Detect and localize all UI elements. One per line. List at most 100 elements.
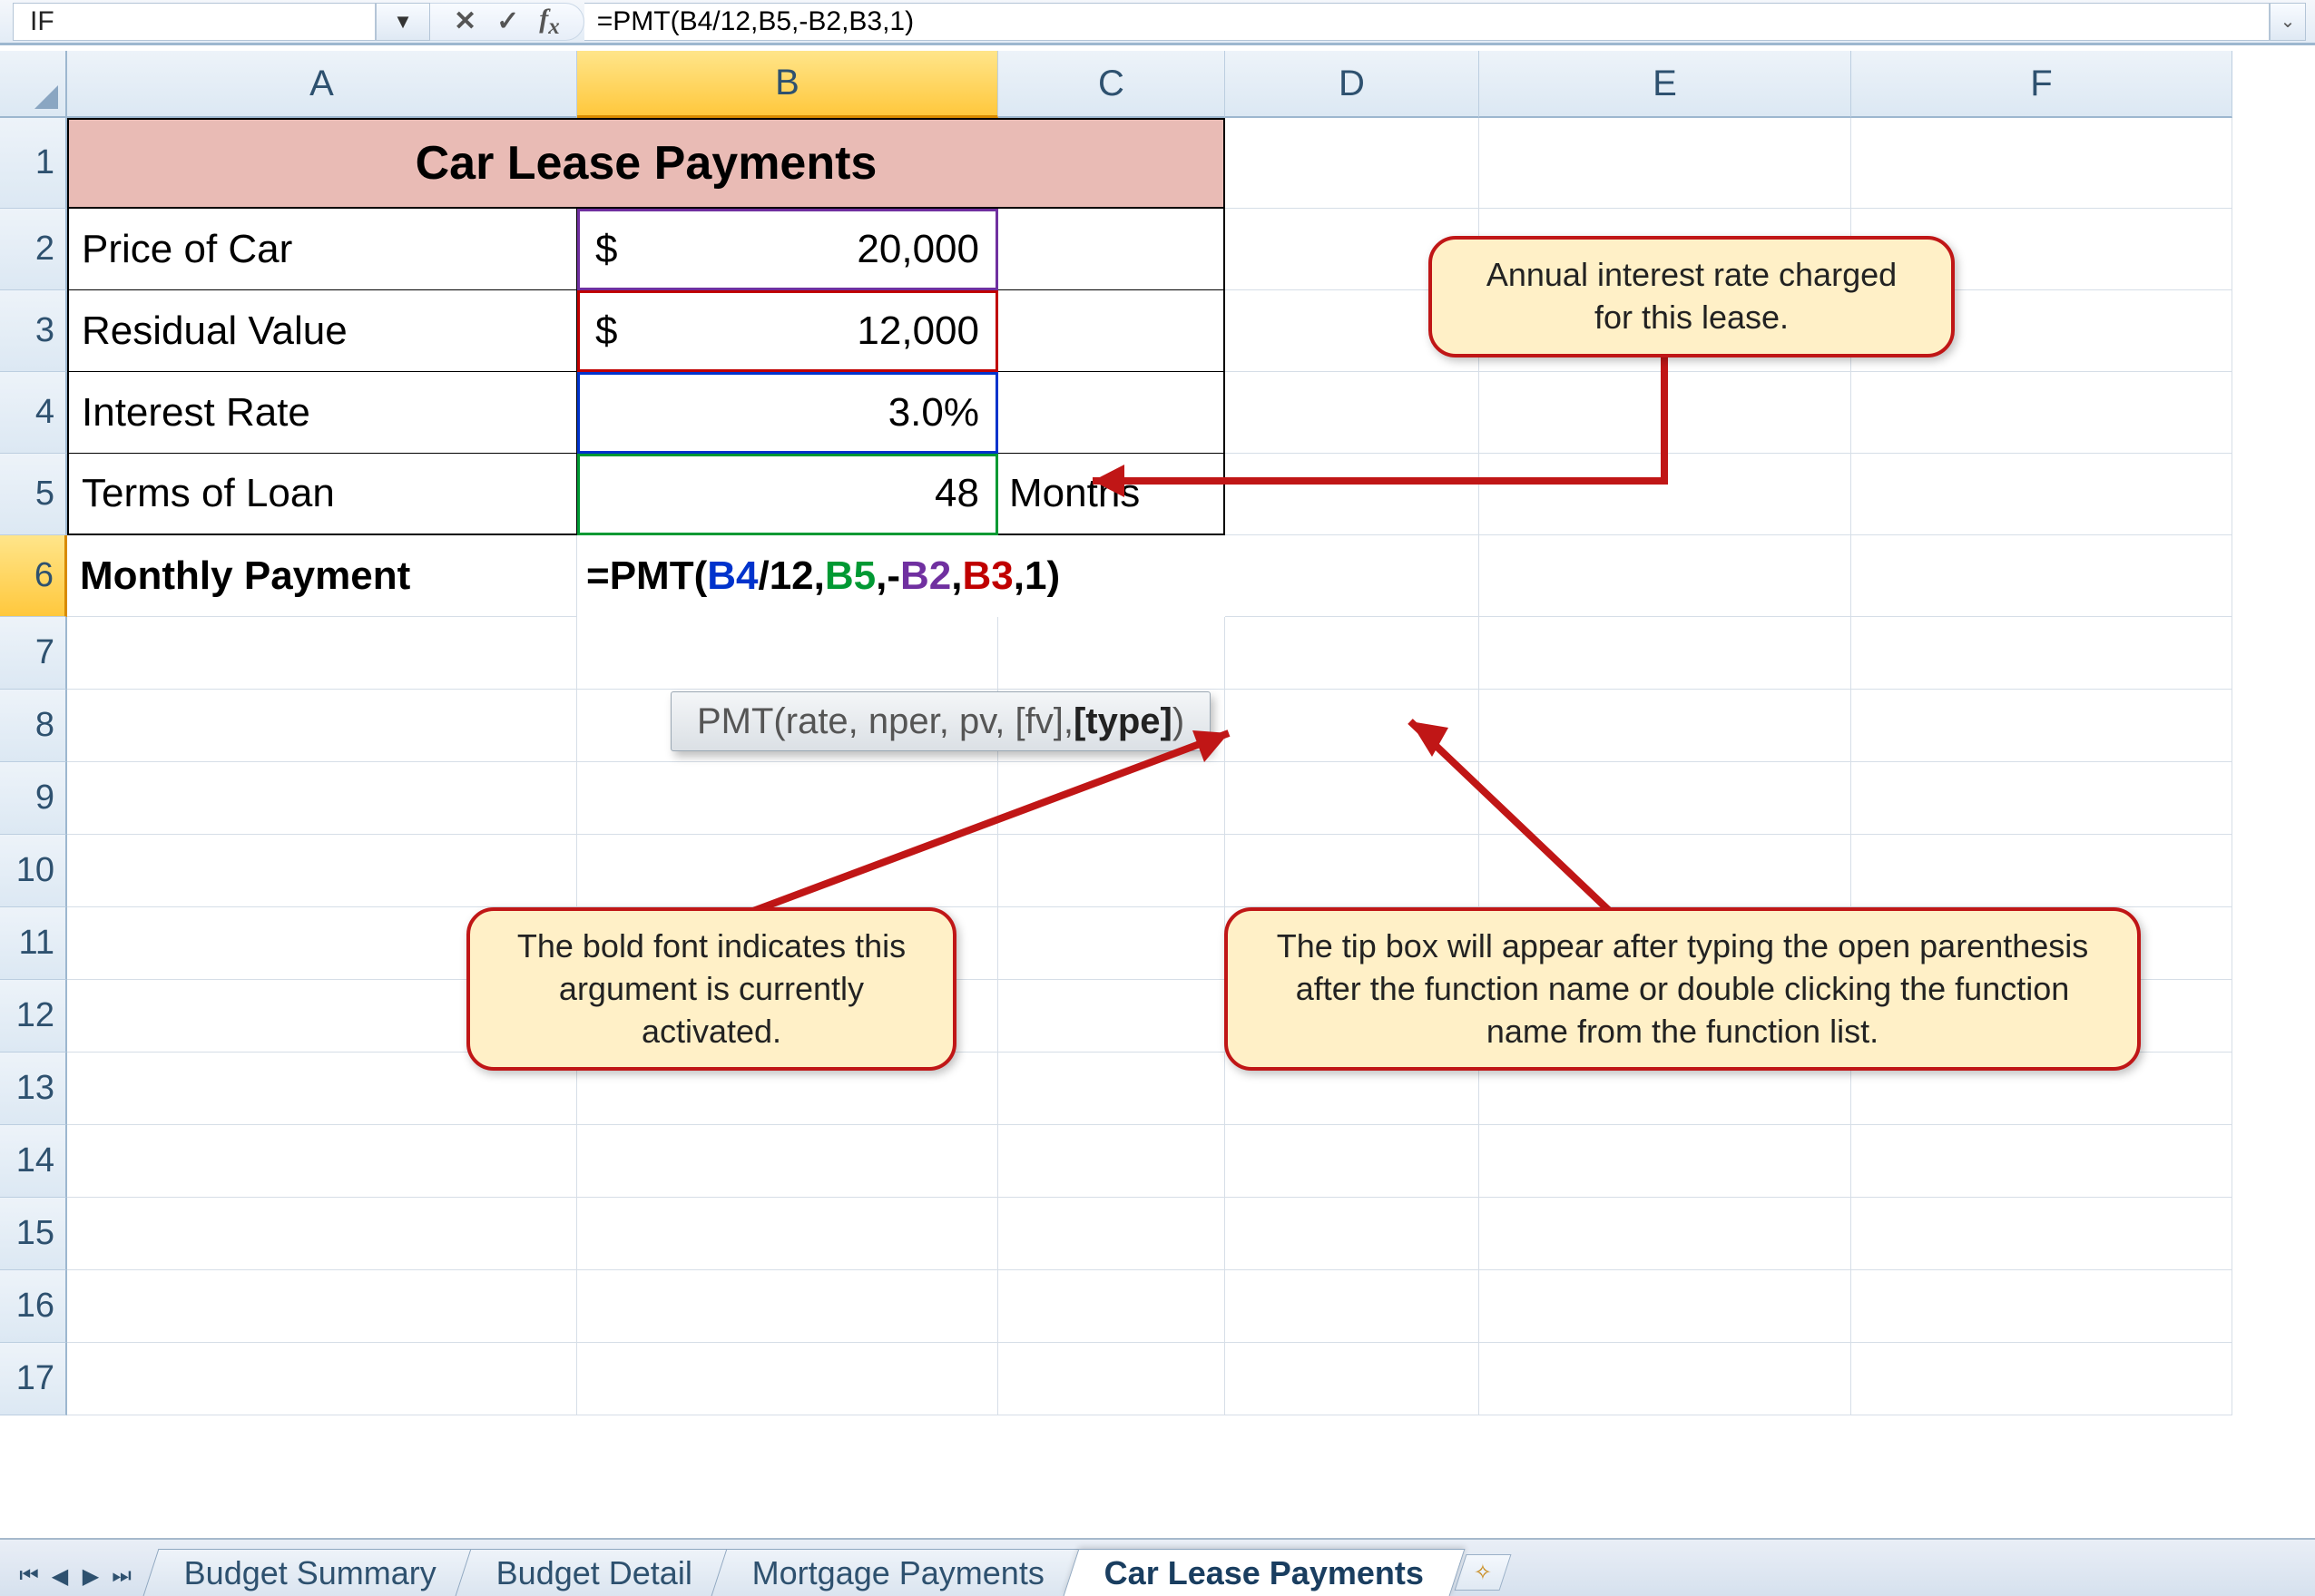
cell-C2[interactable] [998,209,1225,290]
cell-D10[interactable] [1225,835,1479,907]
row-header-10[interactable]: 10 [0,835,67,907]
cell-C3[interactable] [998,290,1225,372]
cell-B9[interactable] [577,762,998,835]
cell-D4[interactable] [1225,372,1479,454]
cell-E6[interactable] [1479,535,1851,617]
row-header-4[interactable]: 4 [0,372,67,454]
cell-A2[interactable]: Price of Car [67,209,577,290]
cell-A17[interactable] [67,1343,577,1415]
fx-icon[interactable]: fx [539,4,560,40]
cell-F17[interactable] [1851,1343,2232,1415]
cell-E7[interactable] [1479,617,1851,690]
cell-B3[interactable]: $ 12,000 [577,290,998,372]
cell-E4[interactable] [1479,372,1851,454]
cell-title[interactable]: Car Lease Payments [67,118,1225,209]
cell-C4[interactable] [998,372,1225,454]
cancel-icon[interactable]: ✕ [454,5,476,37]
cell-D7[interactable] [1225,617,1479,690]
row-header-13[interactable]: 13 [0,1053,67,1125]
cell-D1[interactable] [1225,118,1479,209]
row-header-8[interactable]: 8 [0,690,67,762]
cell-F9[interactable] [1851,762,2232,835]
cell-E15[interactable] [1479,1198,1851,1270]
cell-A16[interactable] [67,1270,577,1343]
cell-B15[interactable] [577,1198,998,1270]
col-header-F[interactable]: F [1851,51,2232,118]
cell-F1[interactable] [1851,118,2232,209]
row-header-2[interactable]: 2 [0,209,67,290]
cell-D9[interactable] [1225,762,1479,835]
cell-E17[interactable] [1479,1343,1851,1415]
cell-E16[interactable] [1479,1270,1851,1343]
cell-D14[interactable] [1225,1125,1479,1198]
cell-C10[interactable] [998,835,1225,907]
cell-F15[interactable] [1851,1198,2232,1270]
row-header-7[interactable]: 7 [0,617,67,690]
cell-E14[interactable] [1479,1125,1851,1198]
insert-sheet-icon[interactable]: ✧ [1454,1554,1511,1591]
cell-C15[interactable] [998,1198,1225,1270]
cell-C5[interactable]: Months [998,454,1225,535]
cell-E1[interactable] [1479,118,1851,209]
formula-input[interactable]: =PMT(B4/12,B5,-B2,B3,1) [584,3,2270,41]
cell-A10[interactable] [67,835,577,907]
cell-B5[interactable]: 48 [577,454,998,535]
cell-A14[interactable] [67,1125,577,1198]
tab-budget-detail[interactable]: Budget Detail [456,1549,734,1596]
tab-mortgage-payments[interactable]: Mortgage Payments [711,1549,1086,1596]
col-header-D[interactable]: D [1225,51,1479,118]
cell-F5[interactable] [1851,454,2232,535]
row-header-9[interactable]: 9 [0,762,67,835]
row-header-5[interactable]: 5 [0,454,67,535]
cell-F6[interactable] [1851,535,2232,617]
cell-C17[interactable] [998,1343,1225,1415]
cell-A15[interactable] [67,1198,577,1270]
cell-F16[interactable] [1851,1270,2232,1343]
col-header-A[interactable]: A [67,51,577,118]
cell-D8[interactable] [1225,690,1479,762]
cell-B7[interactable] [577,617,998,690]
cell-C16[interactable] [998,1270,1225,1343]
row-header-11[interactable]: 11 [0,907,67,980]
cell-E9[interactable] [1479,762,1851,835]
cell-B17[interactable] [577,1343,998,1415]
cell-C11[interactable] [998,907,1225,980]
cell-B16[interactable] [577,1270,998,1343]
cell-F14[interactable] [1851,1125,2232,1198]
cells-area[interactable]: Car Lease Payments Price of Car $ 20,000… [67,118,2315,1532]
col-header-E[interactable]: E [1479,51,1851,118]
cell-A4[interactable]: Interest Rate [67,372,577,454]
row-header-6[interactable]: 6 [0,535,67,617]
cell-A7[interactable] [67,617,577,690]
name-box[interactable]: IF [13,3,376,41]
cell-D15[interactable] [1225,1198,1479,1270]
row-header-14[interactable]: 14 [0,1125,67,1198]
cell-D16[interactable] [1225,1270,1479,1343]
cell-B2[interactable]: $ 20,000 [577,209,998,290]
row-header-3[interactable]: 3 [0,290,67,372]
row-header-17[interactable]: 17 [0,1343,67,1415]
cell-E5[interactable] [1479,454,1851,535]
cell-B10[interactable] [577,835,998,907]
first-sheet-icon[interactable]: ⏮ [16,1563,42,1589]
next-sheet-icon[interactable]: ▶ [78,1563,103,1589]
cell-F7[interactable] [1851,617,2232,690]
prev-sheet-icon[interactable]: ◀ [47,1563,73,1589]
row-header-1[interactable]: 1 [0,118,67,209]
last-sheet-icon[interactable]: ⏭ [109,1563,134,1589]
cell-C7[interactable] [998,617,1225,690]
cell-C9[interactable] [998,762,1225,835]
name-box-dropdown-icon[interactable]: ▼ [376,3,430,41]
row-header-16[interactable]: 16 [0,1270,67,1343]
cell-B4[interactable]: 3.0% [577,372,998,454]
cell-A6[interactable]: Monthly Payment [67,535,577,617]
tab-car-lease-payments[interactable]: Car Lease Payments [1064,1549,1466,1596]
row-header-15[interactable]: 15 [0,1198,67,1270]
cell-A3[interactable]: Residual Value [67,290,577,372]
expand-formula-bar-icon[interactable]: ⌄ [2270,3,2306,41]
enter-icon[interactable]: ✓ [496,5,519,37]
row-header-12[interactable]: 12 [0,980,67,1053]
cell-A8[interactable] [67,690,577,762]
cell-C12[interactable] [998,980,1225,1053]
cell-B6-editing[interactable]: =PMT(B4/12,B5,-B2,B3,1) [577,535,1394,617]
